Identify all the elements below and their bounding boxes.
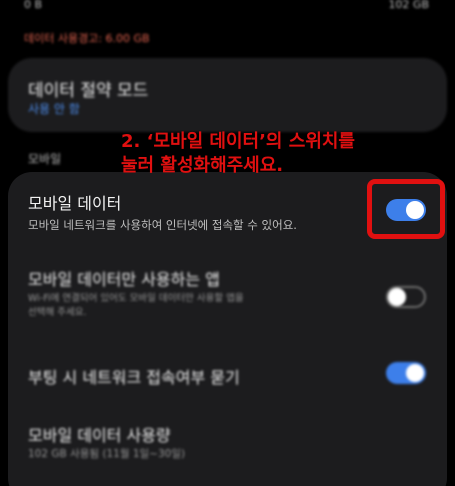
instruction-annotation: 2. ‘모바일 데이터’의 스위치를 눌러 활성화해주세요. — [121, 130, 355, 178]
mobile-data-only-apps-toggle[interactable] — [386, 286, 426, 308]
ask-on-boot-toggle[interactable] — [386, 362, 426, 384]
mobile-data-desc: 모바일 네트워크를 사용하여 인터넷에 접속할 수 있어요. — [28, 218, 297, 232]
toggle-knob — [406, 364, 424, 382]
section-label-mobile: 모바일 — [28, 152, 62, 166]
toggle-knob — [388, 288, 406, 306]
mobile-data-usage-title: 모바일 데이터 사용량 — [28, 426, 171, 445]
data-saver-title: 데이터 절약 모드 — [28, 81, 149, 101]
mobile-data-title: 모바일 데이터 — [28, 194, 122, 213]
mobile-data-only-apps-desc-1: Wi-Fi에 연결되어 있어도 모바일 데이터만 사용할 앱을 — [28, 293, 244, 304]
instruction-line-2: 눌러 활성화해주세요. — [121, 155, 284, 176]
ask-on-boot-title: 부팅 시 네트워크 접속여부 묻기 — [28, 368, 240, 387]
usage-min-label: 0 B — [24, 0, 43, 11]
mobile-data-usage-row[interactable]: 모바일 데이터 사용량 102 GB 사용됨 (11월 1일~30일) — [8, 412, 447, 472]
mobile-data-only-apps-desc-2: 선택해 주세요. — [28, 307, 87, 318]
toggle-highlight-box — [367, 179, 445, 239]
usage-range-row: 0 B 102 GB — [0, 0, 455, 14]
mobile-data-only-apps-title: 모바일 데이터만 사용하는 앱 — [28, 270, 220, 289]
instruction-line-1: 2. ‘모바일 데이터’의 스위치를 — [121, 131, 355, 152]
mobile-data-only-apps-row[interactable]: 모바일 데이터만 사용하는 앱 Wi-Fi에 연결되어 있어도 모바일 데이터만… — [8, 260, 447, 340]
data-saver-status: 사용 안 함 — [28, 102, 80, 116]
data-saver-card[interactable]: 데이터 절약 모드 사용 안 함 — [8, 58, 447, 132]
mobile-data-usage-desc: 102 GB 사용됨 (11월 1일~30일) — [28, 448, 186, 460]
ask-on-boot-row[interactable]: 부팅 시 네트워크 접속여부 묻기 — [8, 350, 447, 400]
usage-max-label: 102 GB — [388, 0, 429, 11]
data-warning-text: 데이터 사용경고: 6.00 GB — [24, 32, 150, 45]
